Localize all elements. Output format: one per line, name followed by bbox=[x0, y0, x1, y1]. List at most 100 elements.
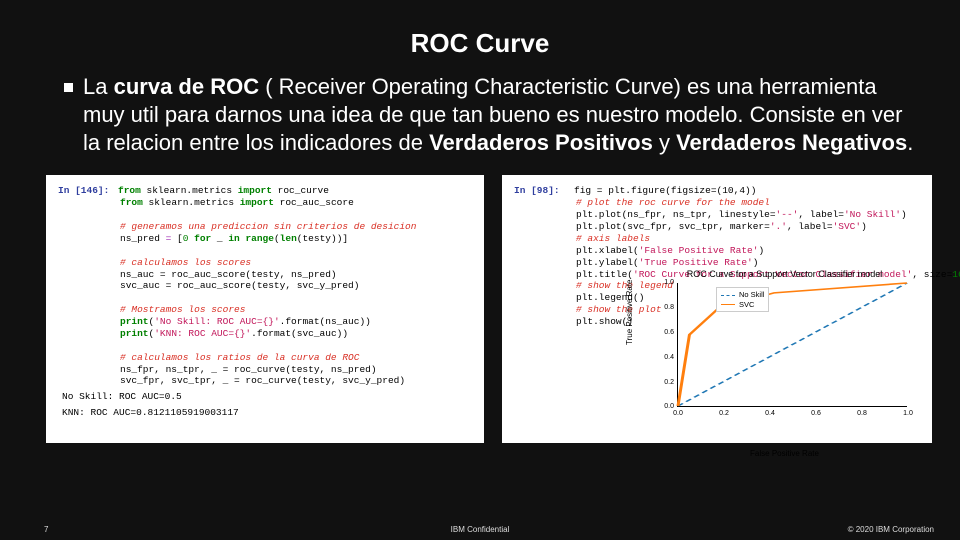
kw: in bbox=[228, 233, 239, 244]
cell-prompt: In [146]: bbox=[58, 185, 118, 197]
comment: # calculamos los scores bbox=[120, 257, 472, 269]
legend-line-icon bbox=[721, 295, 735, 296]
t: La bbox=[83, 74, 114, 99]
legend-row: SVC bbox=[721, 300, 764, 309]
code-line: svc_fpr, svc_tpr, _ = roc_curve(testy, s… bbox=[120, 375, 472, 387]
tok: plt.ylabel( bbox=[576, 257, 639, 268]
code-cell-left: In [146]:from sklearn.metrics import roc… bbox=[46, 175, 484, 443]
tok: plt.plot(ns_fpr, ns_tpr, linestyle= bbox=[576, 209, 776, 220]
tok: fig = plt.figure(figsize=(10,4)) bbox=[574, 185, 756, 196]
kw: for bbox=[194, 233, 211, 244]
str: 'KNN: ROC AUC={}' bbox=[154, 328, 251, 339]
kw: import bbox=[238, 185, 272, 196]
footer-confidential: IBM Confidential bbox=[451, 525, 510, 534]
tok: , label= bbox=[787, 221, 833, 232]
t: . bbox=[907, 130, 913, 155]
code-line: ns_pred = [0 for _ in range(len(testy))] bbox=[120, 233, 472, 245]
chart-svg bbox=[678, 283, 907, 406]
legend-line-icon bbox=[721, 304, 735, 305]
str: 'No Skill: ROC AUC={}' bbox=[154, 316, 279, 327]
str: '--' bbox=[776, 209, 799, 220]
code-line: print('No Skill: ROC AUC={}'.format(ns_a… bbox=[120, 316, 472, 328]
tok: plt.plot(svc_fpr, svc_tpr, marker= bbox=[576, 221, 770, 232]
chart-xlabel: False Positive Rate bbox=[647, 449, 922, 459]
bullet-icon bbox=[64, 83, 73, 92]
num: 16 bbox=[952, 269, 960, 280]
bullet-text: La curva de ROC ( Receiver Operating Cha… bbox=[83, 73, 920, 157]
tok: ns_pred bbox=[120, 233, 166, 244]
tok: plt.title( bbox=[576, 269, 633, 280]
code-line: plt.plot(ns_fpr, ns_tpr, linestyle='--',… bbox=[576, 209, 920, 221]
t-bold: Verdaderos Positivos bbox=[429, 130, 653, 155]
bullet-item: La curva de ROC ( Receiver Operating Cha… bbox=[0, 59, 960, 165]
str: 'No Skill' bbox=[844, 209, 901, 220]
blank bbox=[120, 340, 472, 352]
code-line: plt.plot(svc_fpr, svc_tpr, marker='.', l… bbox=[576, 221, 920, 233]
tok: .format(svc_auc)) bbox=[251, 328, 348, 339]
chart-ylabel: True Positive Rate bbox=[625, 280, 635, 346]
tok: (testy))] bbox=[297, 233, 348, 244]
blank bbox=[120, 245, 472, 257]
comment: # Mostramos los scores bbox=[120, 304, 472, 316]
tok: ) bbox=[901, 209, 907, 220]
code-line: plt.xlabel('False Positive Rate') bbox=[576, 245, 920, 257]
str: 'False Positive Rate' bbox=[639, 245, 759, 256]
blank bbox=[120, 292, 472, 304]
kw: range bbox=[245, 233, 274, 244]
kw: len bbox=[280, 233, 297, 244]
slide: ROC Curve La curva de ROC ( Receiver Ope… bbox=[0, 0, 960, 540]
code-line: In [98]:fig = plt.figure(figsize=(10,4)) bbox=[514, 185, 920, 197]
code-line: from sklearn.metrics import roc_auc_scor… bbox=[120, 197, 472, 209]
kw: import bbox=[240, 197, 274, 208]
kw: print bbox=[120, 328, 149, 339]
kw: from bbox=[120, 197, 143, 208]
chart-title: ROC Curve for a Support Vector Classifie… bbox=[647, 269, 922, 280]
blank bbox=[120, 209, 472, 221]
roc-chart: ROC Curve for a Support Vector Classifie… bbox=[647, 283, 922, 431]
code-line: print('KNN: ROC AUC={}'.format(svc_auc)) bbox=[120, 328, 472, 340]
comment: # generamos una prediccion sin criterios… bbox=[120, 221, 472, 233]
tok: roc_curve bbox=[272, 185, 329, 196]
code-line: In [146]:from sklearn.metrics import roc… bbox=[58, 185, 472, 197]
footer: 7 IBM Confidential © 2020 IBM Corporatio… bbox=[0, 525, 960, 534]
tok: sklearn.metrics bbox=[141, 185, 238, 196]
tok: _ bbox=[211, 233, 228, 244]
chart-legend: No Skill SVC bbox=[716, 287, 769, 312]
cell-prompt: In [98]: bbox=[514, 185, 574, 197]
comment: # calculamos los ratios de la curva de R… bbox=[120, 352, 472, 364]
cell-output: KNN: ROC AUC=0.8121105919003117 bbox=[62, 407, 472, 419]
tok: sklearn.metrics bbox=[143, 197, 240, 208]
footer-copyright: © 2020 IBM Corporation bbox=[848, 525, 934, 534]
legend-row: No Skill bbox=[721, 290, 764, 299]
tok: roc_auc_score bbox=[274, 197, 354, 208]
tok: .format(ns_auc)) bbox=[280, 316, 371, 327]
t-bold: curva de ROC bbox=[114, 74, 260, 99]
chart-axes: No Skill SVC 0.00.20.40.60.81.0 0.00.20.… bbox=[677, 283, 907, 407]
comment: # plot the roc curve for the model bbox=[576, 197, 920, 209]
tok: plt.xlabel( bbox=[576, 245, 639, 256]
tok: ) bbox=[753, 257, 759, 268]
tok: [ bbox=[171, 233, 182, 244]
code-line: svc_auc = roc_auc_score(testy, svc_y_pre… bbox=[120, 280, 472, 292]
legend-label: No Skill bbox=[739, 290, 764, 299]
str: '.' bbox=[770, 221, 787, 232]
str: 'SVC' bbox=[833, 221, 862, 232]
kw: from bbox=[118, 185, 141, 196]
code-line: ns_auc = roc_auc_score(testy, ns_pred) bbox=[120, 269, 472, 281]
str: 'True Positive Rate' bbox=[639, 257, 753, 268]
code-panels: In [146]:from sklearn.metrics import roc… bbox=[0, 165, 960, 443]
t-bold: Verdaderos Negativos bbox=[676, 130, 907, 155]
legend-label: SVC bbox=[739, 300, 754, 309]
code-line: ns_fpr, ns_tpr, _ = roc_curve(testy, ns_… bbox=[120, 364, 472, 376]
kw: print bbox=[120, 316, 149, 327]
slide-title: ROC Curve bbox=[0, 0, 960, 59]
code-line: plt.ylabel('True Positive Rate') bbox=[576, 257, 920, 269]
series-no-skill bbox=[678, 283, 907, 406]
cell-output: No Skill: ROC AUC=0.5 bbox=[62, 391, 472, 403]
t: y bbox=[653, 130, 676, 155]
tok: ) bbox=[861, 221, 867, 232]
comment: # axis labels bbox=[576, 233, 920, 245]
code-cell-right: In [98]:fig = plt.figure(figsize=(10,4))… bbox=[502, 175, 932, 443]
tok: , label= bbox=[798, 209, 844, 220]
tok: ) bbox=[758, 245, 764, 256]
